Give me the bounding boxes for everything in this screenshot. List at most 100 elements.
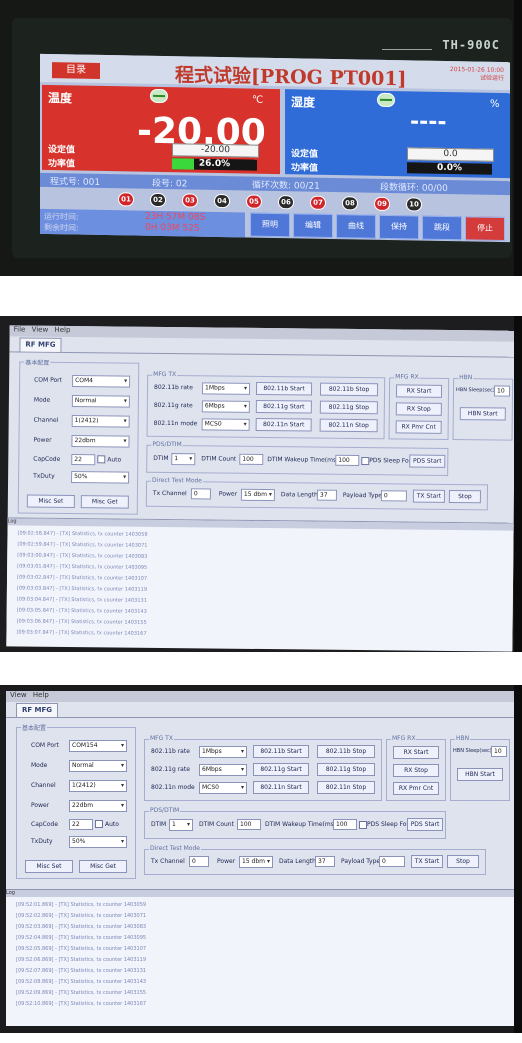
menu-file[interactable]: File — [14, 325, 26, 333]
n-start-button-2[interactable]: 802.11n Start — [253, 781, 309, 794]
mode-select[interactable]: Normal — [71, 395, 130, 408]
mode-11n-select-2[interactable]: MCS0 — [199, 782, 247, 794]
rx-start-button-2[interactable]: RX Start — [393, 746, 439, 759]
hbn-start-button-2[interactable]: HBN Start — [457, 768, 503, 781]
rx-pmcnt-button-2[interactable]: RX Pmr Cnt — [393, 782, 439, 795]
menu-view-2[interactable]: View — [10, 691, 27, 699]
data-length-label: Data Length — [280, 491, 318, 499]
dtim-select-2[interactable]: 1 — [169, 819, 193, 831]
mode-11n-select[interactable]: MCS0 — [201, 418, 250, 431]
pds-dtim-title-2: PDS/DTIM — [149, 807, 181, 814]
pds-sleep-forever-checkbox[interactable] — [361, 457, 370, 466]
rx-stop-button-2[interactable]: RX Stop — [393, 764, 439, 777]
hbn-sleep-input-2[interactable]: 10 — [491, 746, 507, 757]
menu-bar-2: View Help — [6, 691, 514, 702]
payload-input[interactable]: 0 — [380, 490, 407, 502]
n-stop-button[interactable]: 802.11n Stop — [319, 418, 378, 433]
tab-rf-mfg-2[interactable]: RF MFG — [16, 703, 58, 717]
rate-11b-select-2[interactable]: 1Mbps — [199, 746, 247, 758]
hbn-start-button[interactable]: HBN Start — [459, 407, 506, 421]
dtm-power-select-2[interactable]: 15 dbm — [239, 856, 273, 868]
channel-select[interactable]: 1(2412) — [71, 415, 130, 428]
tab-rf-mfg[interactable]: RF MFG — [19, 337, 62, 352]
channel-select-2[interactable]: 1(2412) — [69, 780, 127, 792]
pds-start-button[interactable]: PDS Start — [409, 454, 446, 468]
capcode-input-2[interactable]: 22 — [69, 819, 93, 830]
dtm-power-select[interactable]: 15 dbm — [240, 488, 275, 502]
action-button-3[interactable]: 保持 — [379, 214, 419, 240]
action-button-4[interactable]: 跳段 — [422, 215, 462, 241]
misc-get-button-2[interactable]: Misc Get — [79, 860, 127, 873]
rate-11g-select-2[interactable]: 6Mbps — [199, 764, 247, 776]
rate-11b-select[interactable]: 1Mbps — [201, 382, 251, 395]
data-length-input-2[interactable]: 37 — [315, 856, 335, 867]
data-length-input[interactable]: 37 — [316, 489, 337, 501]
dtim-count-input-2[interactable]: 100 — [237, 819, 261, 830]
edge-bar — [514, 316, 522, 652]
log-line: [09:02:59.847] - [TX] Statistics, tx cou… — [17, 541, 148, 549]
menu-button[interactable]: 目录 — [52, 62, 100, 79]
action-button-1[interactable]: 编辑 — [293, 213, 333, 239]
pds-sleep-forever-checkbox-2[interactable] — [359, 821, 367, 829]
mode-label-2: Mode — [31, 762, 48, 769]
pds-start-button-2[interactable]: PDS Start — [407, 818, 443, 831]
n-start-button[interactable]: 802.11n Start — [255, 417, 312, 432]
g-start-button[interactable]: 802.11g Start — [255, 399, 312, 414]
menu-view[interactable]: View — [32, 326, 49, 334]
dtim-wakeup-input-2[interactable]: 100 — [333, 819, 357, 830]
payload-input-2[interactable]: 0 — [379, 856, 405, 867]
tx-channel-input-2[interactable]: 0 — [189, 856, 209, 867]
dtim-count-label: DTIM Count — [201, 455, 237, 463]
txduty-select[interactable]: 50% — [71, 471, 130, 484]
g-start-button-2[interactable]: 802.11g Start — [253, 763, 309, 776]
rx-start-button[interactable]: RX Start — [395, 384, 443, 398]
dtim-select[interactable]: 1 — [171, 453, 196, 466]
action-button-2[interactable]: 曲线 — [336, 214, 376, 239]
misc-set-button[interactable]: Misc Set — [26, 494, 75, 509]
rate-11g-select[interactable]: 6Mbps — [201, 400, 250, 413]
auto-checkbox[interactable] — [97, 455, 106, 464]
dtm-power-label-2: Power — [217, 858, 236, 865]
tx-start-button[interactable]: TX Start — [412, 489, 445, 503]
misc-set-button-2[interactable]: Misc Set — [25, 860, 73, 873]
com-port-select-2[interactable]: COM154 — [69, 740, 127, 752]
auto-checkbox-2[interactable] — [95, 820, 103, 828]
stop-button-2[interactable]: Stop — [447, 855, 479, 868]
tx-start-button-2[interactable]: TX Start — [411, 855, 443, 868]
stop-button[interactable]: Stop — [448, 489, 481, 504]
n-stop-button-2[interactable]: 802.11n Stop — [317, 781, 375, 794]
segment-number: 段号: 02 — [152, 178, 188, 190]
power-select[interactable]: 22dbm — [71, 435, 130, 448]
action-button-0[interactable]: 照明 — [250, 212, 290, 238]
b-stop-button[interactable]: 802.11b Stop — [319, 382, 379, 397]
b-start-button-2[interactable]: 802.11b Start — [253, 745, 309, 758]
com-port-select[interactable]: COM4 — [72, 375, 131, 388]
g-stop-button[interactable]: 802.11g Stop — [319, 400, 378, 415]
rx-pmcnt-button[interactable]: RX Pmr Cnt — [395, 420, 442, 434]
menu-help-2[interactable]: Help — [33, 691, 49, 699]
log-panel-2[interactable]: Log [09:52:01.869] - [TX] Statistics, tx… — [6, 889, 514, 1026]
power-select-2[interactable]: 22dbm — [69, 800, 127, 812]
txduty-select-2[interactable]: 50% — [69, 836, 127, 848]
g-stop-button-2[interactable]: 802.11g Stop — [317, 763, 375, 776]
remain-time-label: 剩余时间: — [44, 222, 79, 233]
menu-help[interactable]: Help — [54, 326, 70, 334]
capcode-input[interactable]: 22 — [71, 454, 96, 466]
misc-get-button[interactable]: Misc Get — [80, 495, 129, 509]
hbn-sleep-label-2: HBN Sleep(sec) — [453, 748, 492, 754]
dtim-wakeup-input[interactable]: 100 — [335, 454, 360, 467]
log-panel[interactable]: Log [09:02:58.847] - [TX] Statistics, tx… — [6, 517, 514, 652]
b-stop-button-2[interactable]: 802.11b Stop — [317, 745, 375, 758]
dtim-count-input[interactable]: 100 — [239, 453, 264, 466]
mode-select-2[interactable]: Normal — [69, 760, 127, 772]
action-button-5[interactable]: 停止 — [465, 216, 505, 242]
temp-set-field[interactable]: -20.00 — [172, 143, 259, 158]
tx-channel-input[interactable]: 0 — [190, 488, 211, 500]
hbn-sleep-input[interactable]: 10 — [493, 385, 511, 397]
hum-set-field[interactable]: 0.0 — [407, 147, 494, 162]
rx-stop-button[interactable]: RX Stop — [395, 402, 442, 416]
b-start-button[interactable]: 802.11b Start — [255, 381, 313, 396]
output-indicator-03: 03 — [182, 193, 198, 208]
output-indicator-04: 04 — [214, 193, 230, 209]
tab-strip-2: RF MFG — [6, 703, 514, 718]
